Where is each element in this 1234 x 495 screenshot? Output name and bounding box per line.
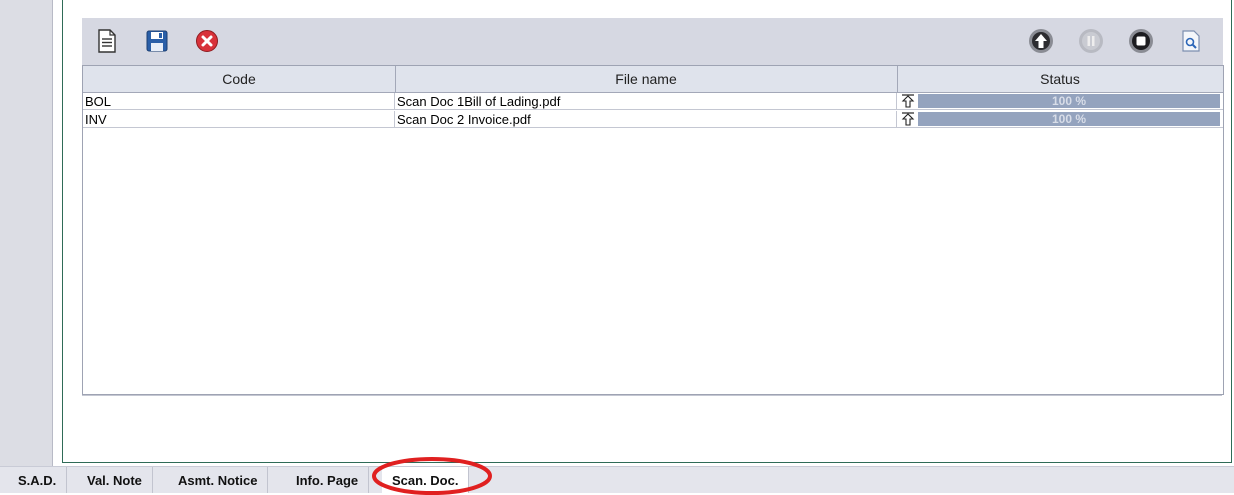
column-header-file-name[interactable]: File name — [395, 66, 898, 92]
tab-info-page[interactable]: Info. Page — [286, 467, 370, 493]
cell-code: INV — [83, 111, 395, 128]
delete-icon — [196, 30, 218, 52]
upload-arrow-icon — [901, 112, 915, 126]
table-bottom-divider — [82, 395, 1222, 396]
left-gutter-divider — [52, 0, 53, 466]
cell-file-name: Scan Doc 1Bill of Lading.pdf — [395, 93, 897, 110]
tab-scan-doc[interactable]: Scan. Doc. — [382, 467, 470, 493]
cell-status: 100 % — [897, 93, 1223, 110]
column-header-status[interactable]: Status — [897, 66, 1223, 92]
table-row[interactable]: INV Scan Doc 2 Invoice.pdf 100 % — [83, 111, 1223, 128]
scan-documents-table: Code File name Status BOL Scan Doc 1Bill… — [82, 65, 1224, 395]
pause-button[interactable] — [1076, 26, 1106, 56]
delete-button[interactable] — [192, 26, 222, 56]
tab-sad[interactable]: S.A.D. — [8, 467, 68, 493]
upload-arrow-icon — [901, 94, 915, 108]
stop-icon — [1129, 29, 1153, 53]
progress-text: 100 % — [1051, 94, 1087, 108]
table-header: Code File name Status — [83, 66, 1223, 93]
tab-asmt-notice[interactable]: Asmt. Notice — [168, 467, 269, 493]
new-document-icon — [98, 29, 116, 53]
progress-text: 100 % — [1051, 112, 1087, 126]
save-icon — [146, 30, 168, 52]
cell-status: 100 % — [897, 111, 1223, 128]
tab-val-note[interactable]: Val. Note — [77, 467, 153, 493]
column-header-code[interactable]: Code — [83, 66, 396, 92]
upload-progress-bar: 100 % — [918, 94, 1220, 108]
cell-file-name: Scan Doc 2 Invoice.pdf — [395, 111, 897, 128]
preview-icon — [1182, 30, 1200, 52]
upload-button[interactable] — [1026, 26, 1056, 56]
cell-code: BOL — [83, 93, 395, 110]
upload-progress-bar: 100 % — [918, 112, 1220, 126]
left-gutter — [0, 0, 52, 466]
stop-button[interactable] — [1126, 26, 1156, 56]
table-row[interactable]: BOL Scan Doc 1Bill of Lading.pdf 100 % — [83, 93, 1223, 110]
upload-icon — [1029, 29, 1053, 53]
save-button[interactable] — [142, 26, 172, 56]
tab-bar: S.A.D. Val. Note Asmt. Notice Info. Page… — [0, 466, 1234, 493]
pause-icon — [1079, 29, 1103, 53]
toolbar — [82, 18, 1223, 65]
new-document-button[interactable] — [92, 26, 122, 56]
preview-button[interactable] — [1176, 26, 1206, 56]
